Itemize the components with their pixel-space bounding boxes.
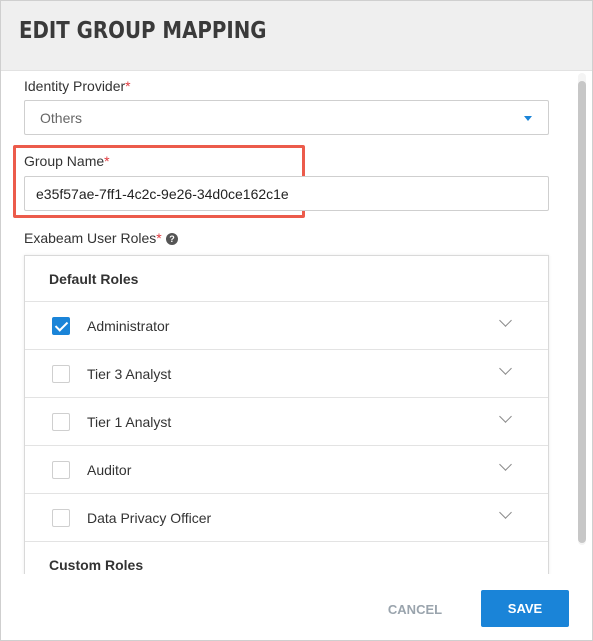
- data-privacy-officer-checkbox[interactable]: [52, 509, 70, 527]
- required-mark: *: [156, 230, 162, 246]
- default-roles-title: Default Roles: [49, 271, 139, 287]
- role-label: Tier 3 Analyst: [87, 366, 172, 382]
- group-name-label-text: Group Name: [24, 153, 105, 169]
- role-label: Tier 1 Analyst: [87, 414, 172, 430]
- administrator-checkbox[interactable]: [52, 317, 70, 335]
- tier1-analyst-checkbox[interactable]: [52, 413, 70, 431]
- role-row-tier1-analyst[interactable]: Tier 1 Analyst: [25, 397, 548, 445]
- role-row-auditor[interactable]: Auditor: [25, 445, 548, 493]
- required-mark: *: [104, 153, 110, 169]
- user-roles-label: Exabeam User Roles*: [24, 230, 162, 246]
- chevron-down-icon[interactable]: [499, 458, 512, 471]
- help-icon[interactable]: ?: [166, 233, 178, 245]
- user-roles-label-text: Exabeam User Roles: [24, 230, 157, 246]
- group-name-value: e35f57ae-7ff1-4c2c-9e26-34d0ce162c1e: [36, 186, 289, 202]
- chevron-down-icon[interactable]: [499, 506, 512, 519]
- role-label: Auditor: [87, 462, 132, 478]
- group-name-label: Group Name*: [24, 153, 110, 169]
- vertical-scrollbar[interactable]: [578, 73, 586, 545]
- role-label: Data Privacy Officer: [87, 510, 212, 526]
- custom-roles-title: Custom Roles: [49, 557, 144, 573]
- required-mark: *: [125, 78, 131, 94]
- chevron-down-icon[interactable]: [499, 362, 512, 375]
- identity-provider-select[interactable]: Others: [24, 100, 549, 135]
- save-button[interactable]: SAVE: [481, 590, 569, 627]
- role-row-tier3-analyst[interactable]: Tier 3 Analyst: [25, 349, 548, 397]
- dialog-body: Identity Provider* Others Group Name* e3…: [1, 72, 592, 574]
- dialog-header: EDIT GROUP MAPPING: [1, 1, 592, 71]
- identity-provider-value: Others: [40, 110, 83, 126]
- custom-roles-section: Custom Roles: [25, 541, 548, 574]
- dialog-title: EDIT GROUP MAPPING: [19, 18, 267, 44]
- edit-group-mapping-dialog: EDIT GROUP MAPPING Identity Provider* Ot…: [0, 0, 593, 641]
- role-row-data-privacy-officer[interactable]: Data Privacy Officer: [25, 493, 548, 541]
- scrollbar-thumb[interactable]: [578, 81, 586, 543]
- dialog-footer: CANCEL SAVE: [1, 574, 592, 640]
- chevron-down-icon[interactable]: [499, 410, 512, 423]
- cancel-button[interactable]: CANCEL: [379, 591, 451, 627]
- role-label: Administrator: [87, 318, 170, 334]
- caret-down-icon: [524, 116, 532, 121]
- roles-list: Default Roles Administrator Tier 3 Analy…: [24, 255, 549, 574]
- identity-provider-label: Identity Provider*: [24, 78, 131, 94]
- tier3-analyst-checkbox[interactable]: [52, 365, 70, 383]
- identity-provider-label-text: Identity Provider: [24, 78, 126, 94]
- chevron-down-icon[interactable]: [499, 314, 512, 327]
- group-name-input[interactable]: e35f57ae-7ff1-4c2c-9e26-34d0ce162c1e: [24, 176, 549, 211]
- auditor-checkbox[interactable]: [52, 461, 70, 479]
- role-row-administrator[interactable]: Administrator: [25, 301, 548, 349]
